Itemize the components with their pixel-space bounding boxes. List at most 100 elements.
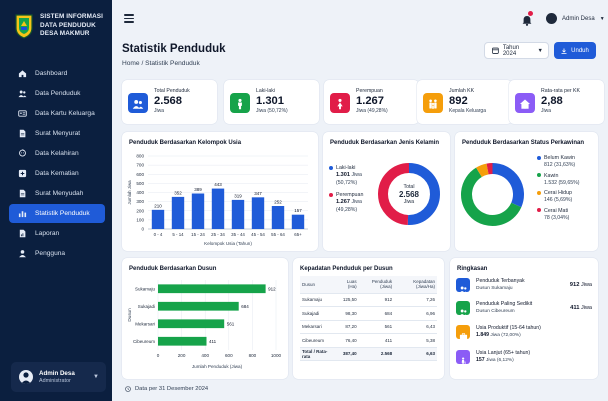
summary-sub: Jiwa (6,12%) bbox=[486, 358, 514, 363]
baby-icon bbox=[18, 149, 27, 158]
x-tick-label: 200 bbox=[178, 353, 186, 358]
y-tick-label: 500 bbox=[136, 181, 144, 186]
table-cell: 6,96 bbox=[394, 306, 437, 321]
stat-sub: Jiwa bbox=[154, 108, 165, 114]
sidebar-item-data-kelahiran[interactable]: Data Kelahiran bbox=[9, 144, 105, 163]
menu-toggle-icon[interactable] bbox=[124, 14, 134, 23]
bar-value-label: 352 bbox=[174, 190, 182, 195]
y-axis-label: Dusun bbox=[127, 308, 132, 322]
breadcrumb-current: Statistik Penduduk bbox=[145, 60, 200, 67]
dusun-bar bbox=[158, 301, 239, 311]
sidebar-item-label: Data Kematian bbox=[35, 170, 79, 177]
y-tick-label: Sukajadi bbox=[138, 304, 155, 309]
sidebar-item-laporan[interactable]: Laporan bbox=[9, 224, 105, 243]
sidebar-user-name: Admin Desa bbox=[39, 370, 75, 377]
summary-sub: Dusun Cibeureum bbox=[476, 309, 515, 314]
x-tick-label: 25 - 34 bbox=[211, 232, 225, 237]
sidebar-user-role: Administrator bbox=[39, 378, 71, 384]
age-bar bbox=[271, 206, 285, 229]
breadcrumb-home[interactable]: Home bbox=[122, 60, 140, 67]
y-tick-label: 800 bbox=[136, 154, 144, 159]
legend-value: 1.532 bbox=[544, 179, 557, 186]
year-select[interactable]: Tahun 2024 ▼ bbox=[484, 42, 549, 59]
table-row: Sukajadi 98,30 684 6,96 bbox=[300, 306, 437, 321]
x-tick-label: 35 - 44 bbox=[231, 232, 245, 237]
x-tick-label: 65+ bbox=[294, 232, 302, 237]
chevron-down-icon: ▼ bbox=[599, 15, 605, 22]
sidebar-item-data-kematian[interactable]: Data Kematian bbox=[9, 164, 105, 183]
legend-label: Perempuan bbox=[336, 192, 364, 198]
sidebar-item-surat-menyurat[interactable]: Surat Menyurat bbox=[9, 124, 105, 143]
sidebar-user-card[interactable]: Admin Desa Administrator ▼ bbox=[11, 362, 106, 392]
users-icon bbox=[456, 301, 470, 316]
sidebar-item-statistik-penduduk[interactable]: Statistik Penduduk bbox=[9, 204, 105, 223]
avatar bbox=[19, 370, 33, 384]
stat-sub: Kepala Keluarga bbox=[449, 108, 486, 114]
top-user-name: Admin Desa bbox=[562, 15, 595, 22]
bar-chart-icon bbox=[18, 209, 27, 218]
summary-title: Ringkasan bbox=[457, 266, 488, 272]
sidebar-item-label: Surat Menyudah bbox=[35, 190, 84, 197]
sidebar-nav: Dashboard Data Penduduk Data Kartu Keluarg… bbox=[9, 64, 105, 264]
page-title: Statistik Penduduk bbox=[122, 43, 226, 55]
sidebar-item-dashboard[interactable]: Dashboard bbox=[9, 64, 105, 83]
notification-bell-icon[interactable] bbox=[522, 11, 533, 31]
table-cell: 2.568 bbox=[358, 347, 395, 361]
y-tick-label: Mekarsari bbox=[135, 321, 155, 326]
app-name-line-2: DATA PENDUDUK bbox=[40, 21, 96, 29]
density-table-card: Kepadatan Penduduk per Dusun Dusun Luas (… bbox=[293, 258, 444, 379]
sidebar-item-data-penduduk[interactable]: Data Penduduk bbox=[9, 84, 105, 103]
sidebar-item-label: Data Penduduk bbox=[35, 90, 81, 97]
summary-value: 411 bbox=[570, 305, 580, 311]
users-icon bbox=[456, 278, 470, 293]
sidebar-item-pengguna[interactable]: Pengguna bbox=[9, 244, 105, 263]
document-icon bbox=[18, 129, 27, 138]
y-tick-label: Cibeureum bbox=[133, 339, 155, 344]
table-cell: 6,63 bbox=[394, 347, 437, 361]
bar-value-label: 912 bbox=[268, 286, 276, 291]
dusun-bar bbox=[158, 319, 225, 329]
marital-donut-chart bbox=[461, 163, 524, 226]
user-icon bbox=[18, 249, 27, 258]
age-bar bbox=[151, 209, 165, 229]
top-user-menu[interactable]: Admin Desa ▼ bbox=[546, 13, 605, 24]
legend-color-dot bbox=[329, 192, 333, 197]
legend-item: Laki-laki 1.301 Jiwa (50,72%) bbox=[329, 165, 379, 187]
table-cell: 125,50 bbox=[335, 293, 359, 307]
summary-unit: Jiwa bbox=[580, 305, 592, 311]
sidebar-item-label: Data Kelahiran bbox=[35, 150, 79, 157]
marital-legend: Belum Kawin 812 (31,63%) Kawin 1.532 (59,65… bbox=[537, 155, 595, 225]
house-icon bbox=[515, 93, 535, 113]
table-header-cell: Kepadatan (Jiwa/Ha) bbox=[394, 276, 437, 294]
download-button[interactable]: Unduh bbox=[554, 42, 596, 59]
notification-badge bbox=[528, 11, 533, 16]
stat-card-male: Laki-laki 1.301 Jiwa (50,72%) bbox=[224, 80, 319, 124]
legend-unit: Jiwa bbox=[351, 172, 362, 178]
users-icon bbox=[128, 93, 148, 113]
stat-value: 892 bbox=[449, 95, 468, 107]
x-tick-label: 0 bbox=[157, 353, 160, 358]
x-tick-label: 0 - 4 bbox=[154, 232, 163, 237]
legend-item: Belum Kawin 812 (31,63%) bbox=[537, 155, 595, 170]
x-tick-label: 600 bbox=[225, 353, 233, 358]
legend-color-dot bbox=[537, 208, 541, 213]
sidebar-item-data-kartu-keluarga[interactable]: Data Kartu Keluarga bbox=[9, 104, 105, 123]
age-bar bbox=[171, 196, 185, 229]
y-tick-label: 0 bbox=[141, 227, 144, 232]
summary-unit: Jiwa bbox=[580, 282, 592, 288]
year-select-value: Tahun 2024 bbox=[502, 44, 520, 57]
legend-item: Perempuan 1.267 Jiwa (49,28%) bbox=[329, 192, 379, 214]
calendar-icon bbox=[492, 47, 499, 54]
stat-card-average: Rata-rata per KK 2,88 Jiwa bbox=[509, 80, 604, 124]
footer-note: Data per 31 Desember 2024 bbox=[125, 386, 208, 392]
x-tick-label: 15 - 24 bbox=[191, 232, 205, 237]
family-icon bbox=[423, 93, 443, 113]
legend-unit: Jiwa bbox=[351, 199, 362, 205]
table-cell: Sukajadi bbox=[300, 306, 336, 321]
table-cell: Sukamaju bbox=[300, 293, 336, 307]
sidebar-item-surat-menyudah[interactable]: Surat Menyudah bbox=[9, 184, 105, 203]
dusun-bar bbox=[158, 284, 266, 294]
stat-sub: Jiwa bbox=[541, 108, 552, 114]
legend-label: Belum Kawin bbox=[544, 155, 575, 161]
footer-note-text: Data per 31 Desember 2024 bbox=[135, 386, 209, 392]
